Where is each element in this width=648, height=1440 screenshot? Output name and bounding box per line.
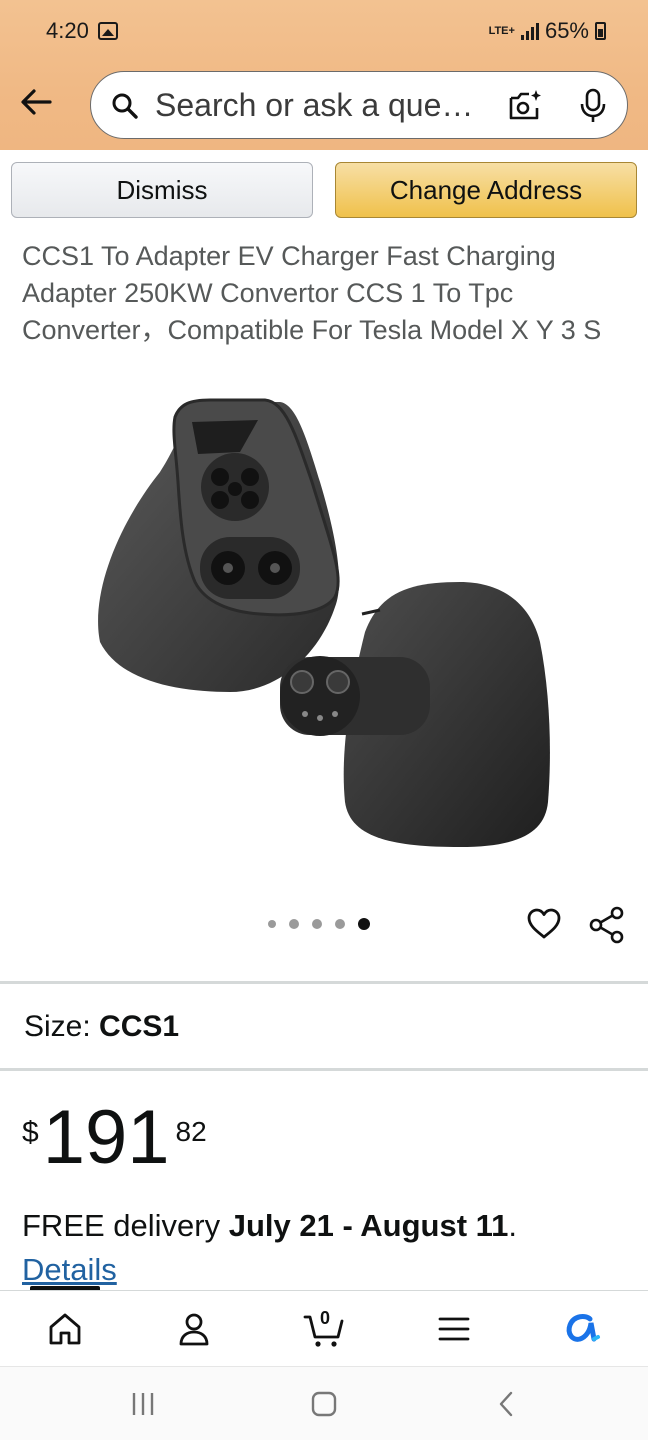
image-carousel-dots xyxy=(268,918,370,930)
battery-percent: 65% xyxy=(544,18,589,43)
recent-apps-icon[interactable] xyxy=(130,1389,156,1419)
size-label: Size: xyxy=(24,1010,91,1043)
status-right: LTE+ 65% xyxy=(489,18,606,44)
product-image[interactable] xyxy=(80,392,570,862)
change-address-button[interactable]: Change Address xyxy=(335,162,637,218)
back-button-icon[interactable] xyxy=(494,1389,518,1419)
battery-icon xyxy=(595,22,606,40)
tab-cart[interactable]: 0 xyxy=(302,1307,346,1351)
home-icon xyxy=(49,1313,81,1345)
delivery-prefix: FREE delivery xyxy=(22,1208,229,1243)
menu-icon xyxy=(438,1317,470,1341)
search-icon xyxy=(112,93,138,119)
section-divider xyxy=(0,1068,648,1071)
microphone-icon[interactable] xyxy=(579,88,607,124)
tab-account[interactable] xyxy=(172,1307,216,1351)
system-nav-bar xyxy=(0,1366,648,1440)
status-time: 4:20 xyxy=(46,18,89,43)
cart-count: 0 xyxy=(320,1308,331,1328)
status-bar: 4:20 LTE+ 65% xyxy=(0,0,648,64)
image-notification-icon xyxy=(98,22,118,40)
tab-rufus[interactable] xyxy=(560,1307,604,1351)
size-value: CCS1 xyxy=(99,1010,180,1043)
account-icon xyxy=(179,1313,209,1346)
heart-icon[interactable] xyxy=(526,906,562,942)
section-divider xyxy=(0,981,648,984)
delivery-suffix: . xyxy=(508,1208,518,1243)
carousel-dot-active[interactable] xyxy=(358,918,370,930)
tab-home[interactable] xyxy=(43,1307,87,1351)
signal-icon xyxy=(520,22,539,40)
details-link[interactable]: Details xyxy=(22,1252,117,1288)
price-symbol: $ xyxy=(22,1116,39,1149)
price: $ 191 82 xyxy=(22,1098,207,1178)
price-fraction: 82 xyxy=(175,1116,207,1147)
dismiss-button[interactable]: Dismiss xyxy=(11,162,313,218)
search-input[interactable]: Search or ask a que… xyxy=(155,87,473,124)
carousel-dot[interactable] xyxy=(268,920,276,928)
back-arrow-icon[interactable] xyxy=(16,82,56,122)
carousel-dot[interactable] xyxy=(289,919,299,929)
delivery-dates: July 21 - August 11 xyxy=(228,1208,509,1243)
carousel-dot[interactable] xyxy=(335,919,345,929)
tab-menu[interactable] xyxy=(432,1307,476,1351)
network-type: LTE+ xyxy=(488,25,515,37)
product-title[interactable]: CCS1 To Adapter EV Charger Fast Charging… xyxy=(22,238,622,349)
home-button-icon[interactable] xyxy=(310,1389,338,1419)
search-bar[interactable]: Search or ask a que… xyxy=(90,71,628,139)
rufus-icon xyxy=(566,1314,600,1342)
size-row[interactable]: Size: CCS1 xyxy=(24,1010,179,1044)
price-whole: 191 xyxy=(42,1095,170,1180)
carousel-dot[interactable] xyxy=(312,919,322,929)
bottom-tab-bar: 0 xyxy=(0,1290,648,1366)
app-header: 4:20 LTE+ 65% Search or ask a que… xyxy=(0,0,648,150)
share-icon[interactable] xyxy=(588,906,626,944)
camera-search-icon[interactable] xyxy=(507,88,543,124)
delivery-info: FREE delivery July 21 - August 11. xyxy=(22,1208,517,1244)
